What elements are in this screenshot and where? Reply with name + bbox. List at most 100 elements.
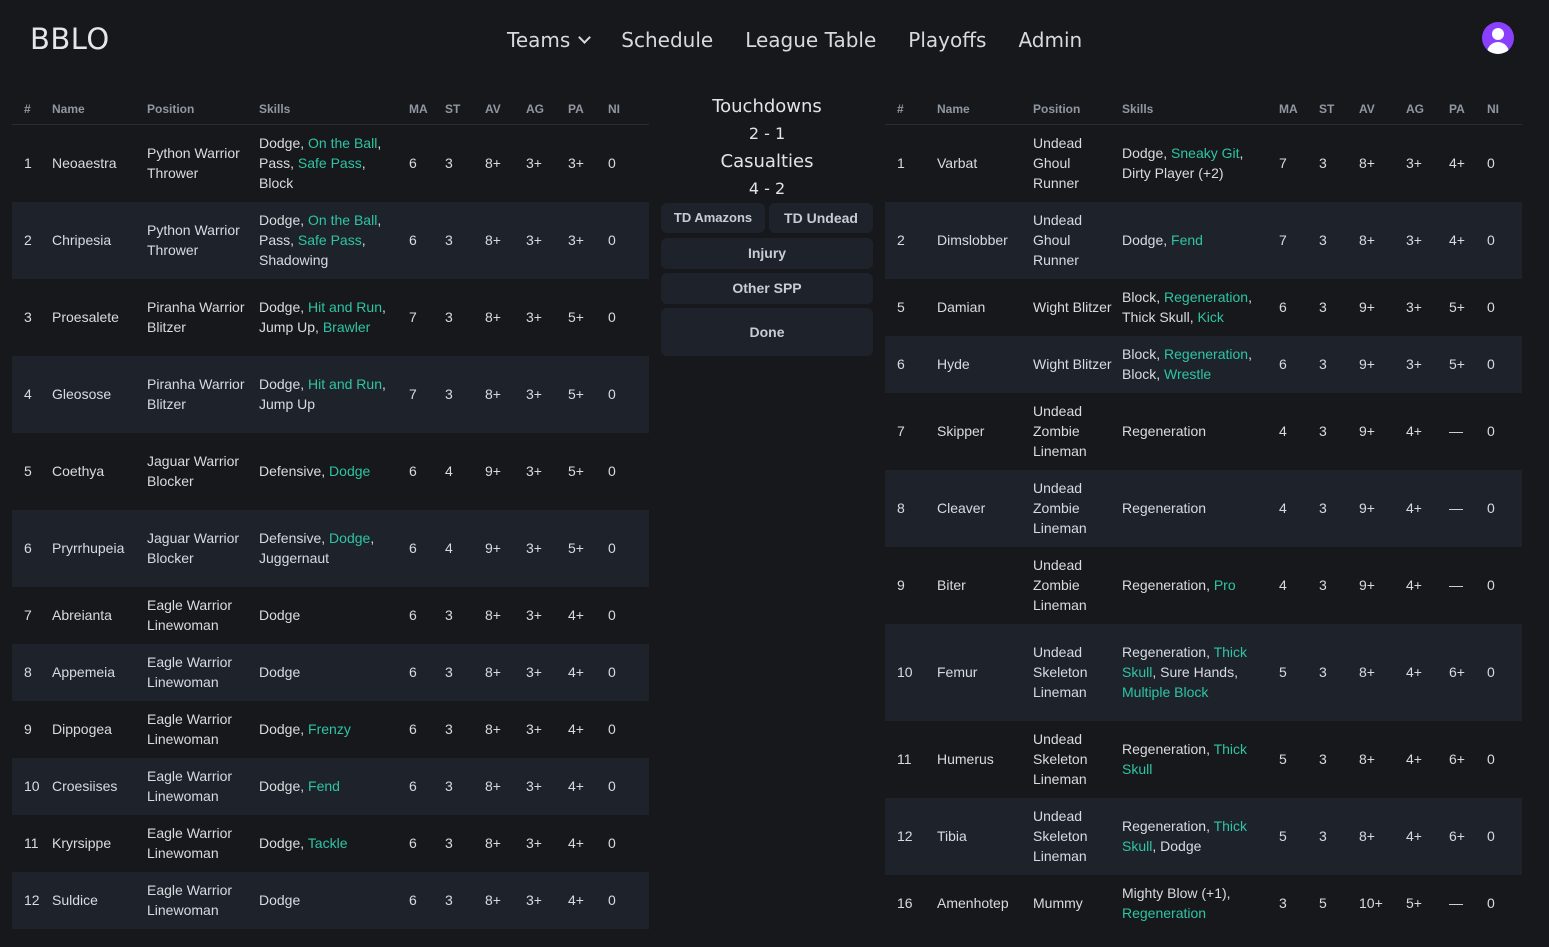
player-number: 12 (897, 828, 913, 844)
skill[interactable]: Regeneration (1164, 289, 1248, 305)
stat-ni: 0 (608, 835, 616, 851)
player-number: 16 (897, 895, 913, 911)
nav-admin[interactable]: Admin (1018, 28, 1082, 52)
stat-ma: 7 (409, 309, 417, 325)
stat-ni: 0 (608, 309, 616, 325)
skill: Dodge (259, 664, 301, 680)
skill[interactable]: Regeneration (1122, 905, 1206, 921)
player-row[interactable]: 8 Cleaver Undead Zombie Lineman Regeneratio… (885, 469, 1522, 547)
player-row[interactable]: 5 Damian Wight Blitzer Block, Regeneration,… (885, 279, 1522, 336)
skill[interactable]: On the Ball (308, 135, 377, 151)
stat-ni: 0 (1487, 664, 1495, 680)
player-row[interactable]: 2 Dimslobber Undead Ghoul Runner Dodge, Fen… (885, 201, 1522, 279)
home-col-header: AV (485, 93, 526, 125)
player-row[interactable]: 12 Tibia Undead Skeleton Lineman Regenerati… (885, 797, 1522, 875)
player-row[interactable]: 12 Suldice Eagle Warrior Linewoman Dodge 6 3 8… (12, 871, 649, 929)
player-name: Appemeia (52, 664, 116, 680)
stat-ag: 4+ (1406, 664, 1422, 680)
skill[interactable]: Hit and Run (308, 299, 382, 315)
player-row[interactable]: 1 Neoaestra Python Warrior Thrower Dodge, O… (12, 125, 649, 202)
skill[interactable]: Dodge (329, 530, 370, 546)
brand-logo[interactable]: BBLO (30, 22, 110, 56)
skill[interactable]: Sneaky Git (1171, 145, 1239, 161)
player-row[interactable]: 4 Gleosose Piranha Warrior Blitzer Dodge, H… (12, 355, 649, 433)
player-position: Undead Skeleton Lineman (1033, 808, 1088, 864)
player-row[interactable]: 10 Femur Undead Skeleton Lineman Regenerati… (885, 623, 1522, 721)
skill: Juggernaut (259, 550, 330, 566)
skill[interactable]: Frenzy (308, 721, 351, 737)
player-row[interactable]: 1 Varbat Undead Ghoul Runner Dodge, Sneaky … (885, 125, 1522, 202)
stat-ag: 5+ (1406, 895, 1422, 911)
other-spp-button[interactable]: Other SPP (661, 273, 873, 304)
injury-button[interactable]: Injury (661, 238, 873, 269)
player-position: Wight Blitzer (1033, 299, 1112, 315)
skill[interactable]: Brawler (323, 319, 370, 335)
stat-av: 8+ (1359, 155, 1375, 172)
skill[interactable]: Multiple Block (1122, 684, 1208, 700)
player-name: Amenhotep (937, 895, 1009, 911)
home-col-header: PA (568, 93, 608, 125)
player-row[interactable]: 11 Humerus Undead Skeleton Lineman Regenera… (885, 721, 1522, 798)
skill[interactable]: Wrestle (1164, 366, 1211, 382)
nav-teams[interactable]: Teams (507, 28, 592, 52)
player-row[interactable]: 6 Pryrrhupeia Jaguar Warrior Blocker Defens… (12, 509, 649, 587)
stat-ma: 4 (1279, 423, 1287, 439)
player-skills: Dodge, Hit and Run, Jump Up, Brawler (259, 279, 405, 356)
skill[interactable]: Safe Pass (298, 232, 362, 248)
home-col-header: NI (608, 93, 649, 125)
stat-pa: 5+ (568, 540, 584, 556)
player-row[interactable]: 10 Croesiises Eagle Warrior Linewoman Dodge… (12, 757, 649, 815)
player-row[interactable]: 5 Coethya Jaguar Warrior Blocker Defensive,… (12, 433, 649, 510)
stat-ni: 0 (608, 721, 616, 737)
player-row[interactable]: 9 Biter Undead Zombie Lineman Regeneration,… (885, 547, 1522, 624)
player-row[interactable]: 6 Hyde Wight Blitzer Block, Regeneration, B… (885, 335, 1522, 393)
player-position: Eagle Warrior Linewoman (147, 597, 233, 633)
player-number: 2 (24, 232, 32, 248)
player-position: Wight Blitzer (1033, 356, 1112, 372)
skill: Jump Up (259, 319, 316, 335)
skill[interactable]: Hit and Run (308, 376, 382, 392)
stat-ma: 6 (409, 835, 417, 851)
player-row[interactable]: 7 Skipper Undead Zombie Lineman Regeneratio… (885, 393, 1522, 470)
skill[interactable]: Pro (1214, 577, 1236, 593)
stat-st: 3 (1319, 356, 1327, 372)
player-row[interactable]: 16 Amenhotep Mummy Mighty Blow (+1), Regene… (885, 875, 1522, 932)
player-name: Chripesia (52, 232, 112, 248)
done-button[interactable]: Done (661, 308, 873, 356)
player-row[interactable]: 11 Kryrsippe Eagle Warrior Linewoman Dodge,… (12, 815, 649, 872)
player-row[interactable]: 7 Abreianta Eagle Warrior Linewoman Dodge 6 3… (12, 587, 649, 644)
player-name: Pryrrhupeia (52, 540, 125, 556)
stat-st: 3 (445, 892, 453, 908)
away-col-header: PA (1449, 93, 1487, 125)
player-name: Gleosose (52, 386, 112, 402)
player-row[interactable]: 3 Proesalete Piranha Warrior Blitzer Dodge,… (12, 279, 649, 356)
skill[interactable]: On the Ball (308, 212, 377, 228)
skill[interactable]: Fend (1171, 232, 1203, 248)
player-row[interactable]: 9 Dippogea Eagle Warrior Linewoman Dodge, F… (12, 701, 649, 758)
skill[interactable]: Kick (1197, 309, 1223, 325)
skill[interactable]: Regeneration (1164, 346, 1248, 362)
nav-schedule[interactable]: Schedule (621, 28, 713, 52)
casualties-label: Casualties (720, 151, 814, 172)
nav-league-table[interactable]: League Table (745, 28, 876, 52)
stat-pa: 4+ (1449, 232, 1465, 248)
player-name: Dimslobber (937, 232, 1008, 248)
skill[interactable]: Dodge (329, 463, 370, 479)
td-undead-button[interactable]: TD Undead (769, 203, 873, 233)
player-row[interactable]: 2 Chripesia Python Warrior Thrower Dodge, O… (12, 201, 649, 279)
skill[interactable]: Safe Pass (298, 155, 362, 171)
home-col-header: Name (52, 93, 147, 125)
main-menu: Teams Schedule League Table Playoffs Adm… (507, 28, 1114, 52)
skill-separator: , (1226, 885, 1231, 901)
skill[interactable]: Tackle (308, 835, 348, 851)
stat-av: 10+ (1359, 895, 1383, 911)
skill[interactable]: Fend (308, 778, 340, 794)
user-avatar-icon[interactable] (1482, 22, 1514, 54)
skill-separator: , (1206, 741, 1214, 757)
nav-playoffs[interactable]: Playoffs (908, 28, 986, 52)
td-amazons-button[interactable]: TD Amazons (661, 203, 765, 233)
skill: Block (1122, 346, 1157, 362)
player-row[interactable]: 8 Appemeia Eagle Warrior Linewoman Dodge 6 3 8… (12, 643, 649, 701)
player-position: Undead Zombie Lineman (1033, 403, 1087, 459)
stat-pa: 5+ (568, 386, 584, 402)
